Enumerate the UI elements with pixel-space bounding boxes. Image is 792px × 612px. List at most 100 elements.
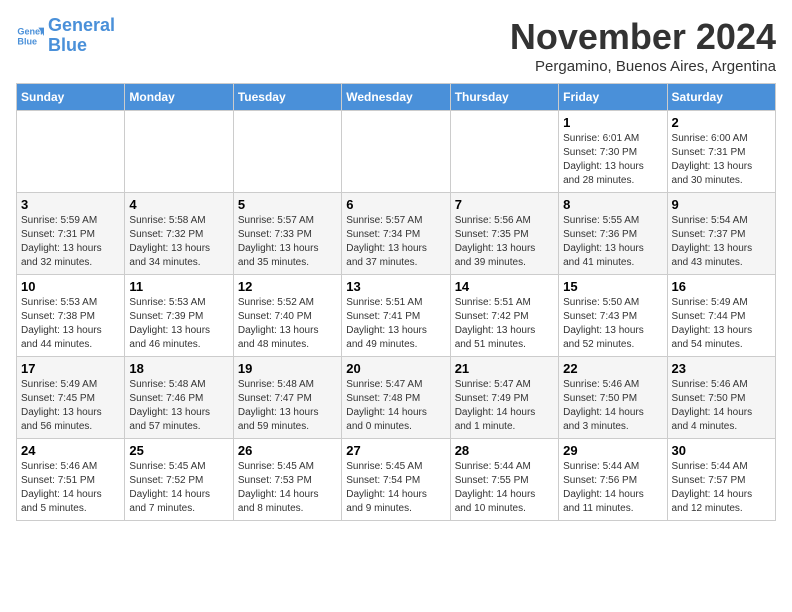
calendar-cell: 12 Sunrise: 5:52 AM Sunset: 7:40 PM Dayli… (233, 275, 341, 357)
day-number: 25 (129, 443, 228, 458)
calendar-cell: 17Sunrise: 5:49 AM Sunset: 7:45 PM Dayli… (17, 357, 125, 439)
location-subtitle: Pergamino, Buenos Aires, Argentina (510, 58, 776, 75)
page-header: General Blue General Blue November 2024 … (16, 16, 776, 75)
day-info: Sunrise: 5:44 AM Sunset: 7:56 PM Dayligh… (563, 460, 662, 516)
day-info: Sunrise: 5:44 AM Sunset: 7:55 PM Dayligh… (455, 460, 554, 516)
day-number: 16 (672, 279, 771, 294)
day-number: 6 (346, 197, 445, 212)
day-number: 21 (455, 361, 554, 376)
day-number: 27 (346, 443, 445, 458)
calendar-cell: 29 Sunrise: 5:44 AM Sunset: 7:56 PM Dayli… (559, 439, 667, 521)
day-info: Sunrise: 5:51 AM Sunset: 7:41 PM Dayligh… (346, 296, 445, 352)
calendar-cell: 2Sunrise: 6:00 AM Sunset: 7:31 PM Daylig… (667, 111, 775, 193)
calendar-cell: 13Sunrise: 5:51 AM Sunset: 7:41 PM Dayli… (342, 275, 450, 357)
calendar-cell: 1 Sunrise: 6:01 AM Sunset: 7:30 PM Daylig… (559, 111, 667, 193)
day-info: Sunrise: 5:49 AM Sunset: 7:45 PM Dayligh… (21, 378, 120, 434)
calendar-cell: 26Sunrise: 5:45 AM Sunset: 7:53 PM Dayli… (233, 439, 341, 521)
day-number: 10 (21, 279, 120, 294)
day-number: 22 (563, 361, 662, 376)
calendar-cell: 9Sunrise: 5:54 AM Sunset: 7:37 PM Daylig… (667, 193, 775, 275)
month-title: November 2024 (510, 16, 776, 58)
header-row: SundayMondayTuesdayWednesdayThursdayFrid… (17, 84, 776, 111)
week-row-2: 3 Sunrise: 5:59 AM Sunset: 7:31 PM Daylig… (17, 193, 776, 275)
title-block: November 2024 Pergamino, Buenos Aires, A… (510, 16, 776, 75)
day-number: 28 (455, 443, 554, 458)
day-info: Sunrise: 5:53 AM Sunset: 7:38 PM Dayligh… (21, 296, 120, 352)
calendar-cell: 14Sunrise: 5:51 AM Sunset: 7:42 PM Dayli… (450, 275, 558, 357)
day-info: Sunrise: 5:56 AM Sunset: 7:35 PM Dayligh… (455, 214, 554, 270)
day-number: 11 (129, 279, 228, 294)
calendar-cell: 21 Sunrise: 5:47 AM Sunset: 7:49 PM Dayli… (450, 357, 558, 439)
calendar-cell: 6Sunrise: 5:57 AM Sunset: 7:34 PM Daylig… (342, 193, 450, 275)
day-info: Sunrise: 5:47 AM Sunset: 7:49 PM Dayligh… (455, 378, 554, 434)
calendar-cell: 18 Sunrise: 5:48 AM Sunset: 7:46 PM Dayli… (125, 357, 233, 439)
day-info: Sunrise: 5:48 AM Sunset: 7:47 PM Dayligh… (238, 378, 337, 434)
calendar-cell: 22 Sunrise: 5:46 AM Sunset: 7:50 PM Dayli… (559, 357, 667, 439)
day-number: 12 (238, 279, 337, 294)
calendar-cell: 23 Sunrise: 5:46 AM Sunset: 7:50 PM Dayli… (667, 357, 775, 439)
day-number: 19 (238, 361, 337, 376)
calendar-cell (450, 111, 558, 193)
day-info: Sunrise: 5:47 AM Sunset: 7:48 PM Dayligh… (346, 378, 445, 434)
day-number: 29 (563, 443, 662, 458)
day-info: Sunrise: 5:59 AM Sunset: 7:31 PM Dayligh… (21, 214, 120, 270)
day-info: Sunrise: 5:45 AM Sunset: 7:54 PM Dayligh… (346, 460, 445, 516)
day-number: 1 (563, 115, 662, 130)
week-row-4: 17Sunrise: 5:49 AM Sunset: 7:45 PM Dayli… (17, 357, 776, 439)
calendar-cell: 30Sunrise: 5:44 AM Sunset: 7:57 PM Dayli… (667, 439, 775, 521)
day-number: 3 (21, 197, 120, 212)
day-number: 14 (455, 279, 554, 294)
calendar-cell (17, 111, 125, 193)
calendar-cell: 19 Sunrise: 5:48 AM Sunset: 7:47 PM Dayli… (233, 357, 341, 439)
day-number: 7 (455, 197, 554, 212)
calendar-cell (233, 111, 341, 193)
day-number: 4 (129, 197, 228, 212)
day-info: Sunrise: 5:45 AM Sunset: 7:52 PM Dayligh… (129, 460, 228, 516)
day-info: Sunrise: 6:01 AM Sunset: 7:30 PM Dayligh… (563, 132, 662, 188)
logo-text: General Blue (48, 16, 115, 56)
week-row-1: 1 Sunrise: 6:01 AM Sunset: 7:30 PM Daylig… (17, 111, 776, 193)
day-number: 24 (21, 443, 120, 458)
logo-line1: General (48, 15, 115, 35)
calendar-cell: 15Sunrise: 5:50 AM Sunset: 7:43 PM Dayli… (559, 275, 667, 357)
day-number: 18 (129, 361, 228, 376)
day-info: Sunrise: 5:57 AM Sunset: 7:33 PM Dayligh… (238, 214, 337, 270)
day-info: Sunrise: 6:00 AM Sunset: 7:31 PM Dayligh… (672, 132, 771, 188)
calendar-cell: 27 Sunrise: 5:45 AM Sunset: 7:54 PM Dayli… (342, 439, 450, 521)
week-row-5: 24 Sunrise: 5:46 AM Sunset: 7:51 PM Dayli… (17, 439, 776, 521)
calendar-cell: 10 Sunrise: 5:53 AM Sunset: 7:38 PM Dayli… (17, 275, 125, 357)
day-info: Sunrise: 5:46 AM Sunset: 7:50 PM Dayligh… (563, 378, 662, 434)
day-info: Sunrise: 5:52 AM Sunset: 7:40 PM Dayligh… (238, 296, 337, 352)
header-day-saturday: Saturday (667, 84, 775, 111)
calendar-cell (342, 111, 450, 193)
svg-text:Blue: Blue (17, 36, 37, 46)
day-info: Sunrise: 5:48 AM Sunset: 7:46 PM Dayligh… (129, 378, 228, 434)
header-day-thursday: Thursday (450, 84, 558, 111)
header-day-friday: Friday (559, 84, 667, 111)
header-day-wednesday: Wednesday (342, 84, 450, 111)
logo-line2: Blue (48, 35, 87, 55)
day-number: 30 (672, 443, 771, 458)
week-row-3: 10 Sunrise: 5:53 AM Sunset: 7:38 PM Dayli… (17, 275, 776, 357)
day-number: 23 (672, 361, 771, 376)
calendar-cell (125, 111, 233, 193)
calendar-cell: 24 Sunrise: 5:46 AM Sunset: 7:51 PM Dayli… (17, 439, 125, 521)
calendar-cell: 3 Sunrise: 5:59 AM Sunset: 7:31 PM Daylig… (17, 193, 125, 275)
day-info: Sunrise: 5:46 AM Sunset: 7:50 PM Dayligh… (672, 378, 771, 434)
day-info: Sunrise: 5:46 AM Sunset: 7:51 PM Dayligh… (21, 460, 120, 516)
calendar-cell: 4Sunrise: 5:58 AM Sunset: 7:32 PM Daylig… (125, 193, 233, 275)
logo-icon: General Blue (16, 22, 44, 50)
calendar-cell: 20Sunrise: 5:47 AM Sunset: 7:48 PM Dayli… (342, 357, 450, 439)
calendar-cell: 25 Sunrise: 5:45 AM Sunset: 7:52 PM Dayli… (125, 439, 233, 521)
day-info: Sunrise: 5:54 AM Sunset: 7:37 PM Dayligh… (672, 214, 771, 270)
header-day-sunday: Sunday (17, 84, 125, 111)
calendar-cell: 11Sunrise: 5:53 AM Sunset: 7:39 PM Dayli… (125, 275, 233, 357)
header-day-monday: Monday (125, 84, 233, 111)
calendar-cell: 5Sunrise: 5:57 AM Sunset: 7:33 PM Daylig… (233, 193, 341, 275)
logo: General Blue General Blue (16, 16, 115, 56)
day-number: 8 (563, 197, 662, 212)
calendar-table: SundayMondayTuesdayWednesdayThursdayFrid… (16, 83, 776, 521)
header-day-tuesday: Tuesday (233, 84, 341, 111)
day-info: Sunrise: 5:45 AM Sunset: 7:53 PM Dayligh… (238, 460, 337, 516)
calendar-cell: 16Sunrise: 5:49 AM Sunset: 7:44 PM Dayli… (667, 275, 775, 357)
